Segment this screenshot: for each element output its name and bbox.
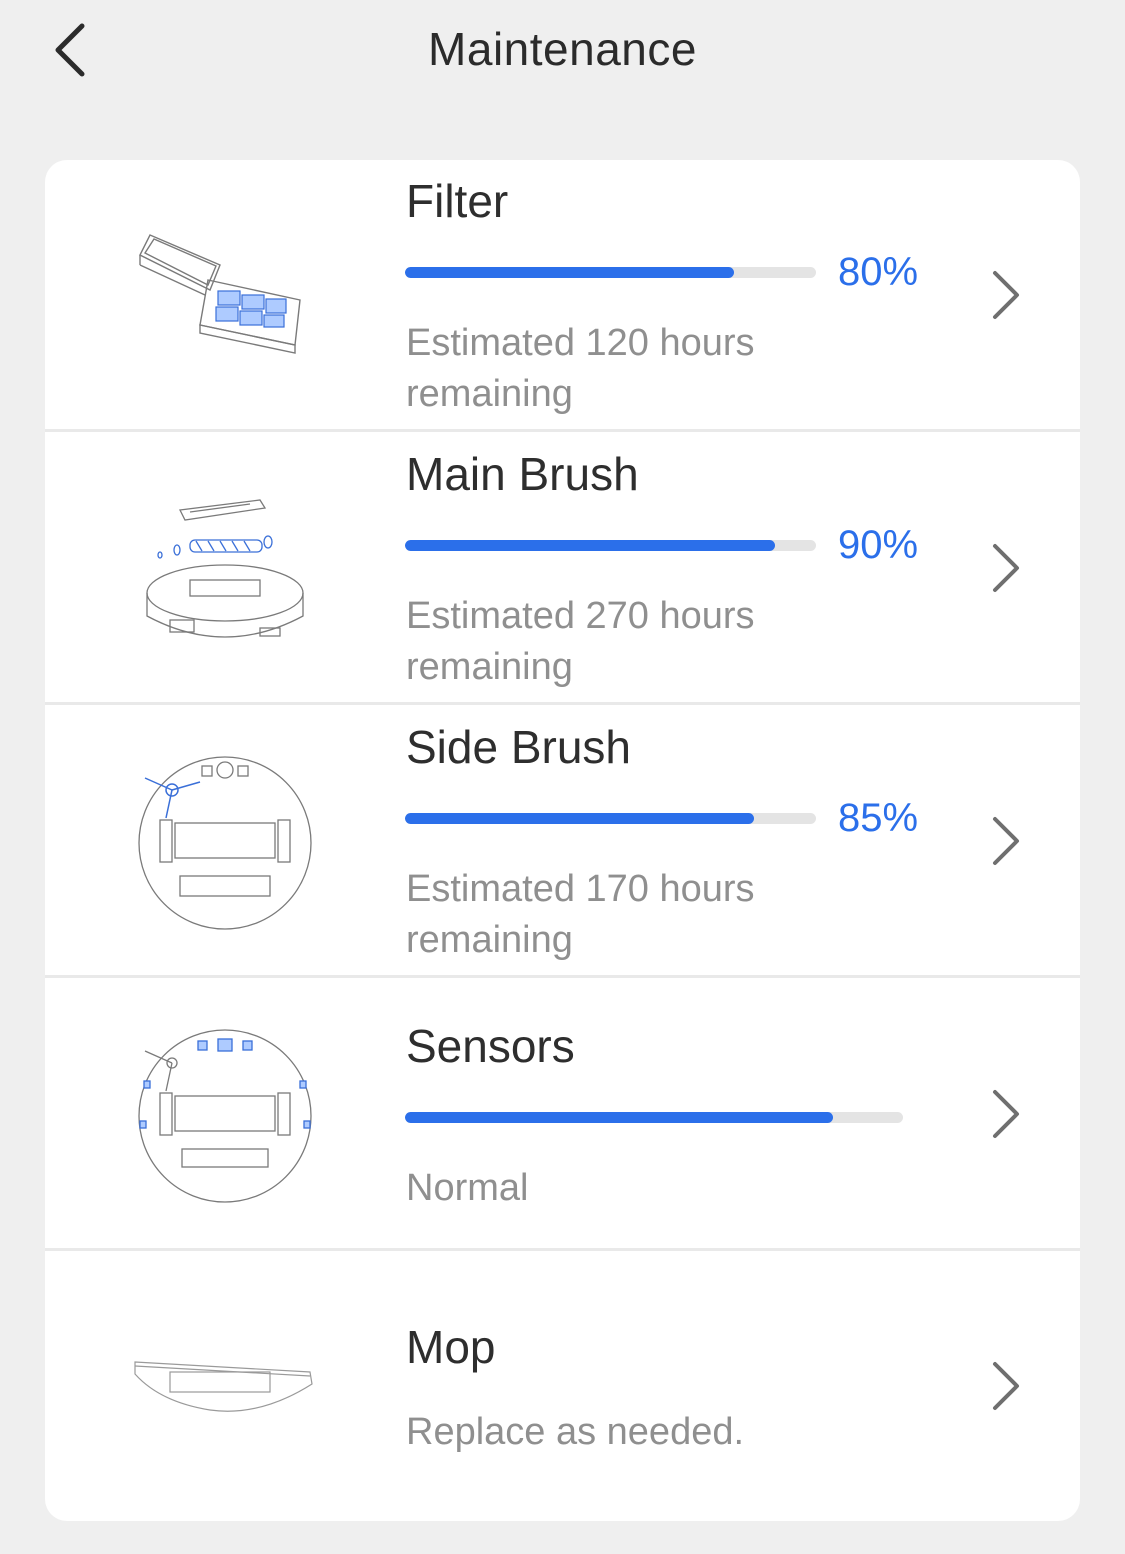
progress-fill bbox=[405, 1112, 834, 1123]
progress-bar bbox=[405, 540, 816, 551]
item-name: Mop bbox=[406, 1321, 496, 1373]
sensors-icon bbox=[138, 1029, 312, 1203]
item-name: Sensors bbox=[406, 1020, 575, 1072]
divider bbox=[45, 702, 1080, 705]
chevron-right-icon[interactable] bbox=[985, 538, 1025, 598]
chevron-right-icon[interactable] bbox=[985, 1356, 1025, 1416]
divider bbox=[45, 975, 1080, 978]
percent-label: 85% bbox=[838, 796, 919, 840]
item-name: Main Brush bbox=[406, 448, 639, 500]
divider bbox=[45, 1248, 1080, 1251]
list-item-sensors[interactable]: Sensors Normal bbox=[45, 979, 1080, 1251]
item-subtitle: Estimated 120 hours remaining bbox=[406, 322, 755, 415]
mop-icon bbox=[134, 1361, 313, 1412]
main-brush-icon bbox=[146, 499, 304, 638]
item-subtitle: Estimated 170 hours remaining bbox=[406, 868, 755, 961]
chevron-right-icon[interactable] bbox=[985, 265, 1025, 325]
item-subtitle: Estimated 270 hours remaining bbox=[406, 595, 755, 688]
chevron-right-icon[interactable] bbox=[985, 1084, 1025, 1144]
list-item-filter[interactable]: Filter 80% Estimated 120 hours remaining bbox=[45, 160, 1080, 432]
percent-label: 90% bbox=[838, 523, 919, 567]
item-subtitle: Normal bbox=[406, 1167, 529, 1209]
progress-bar bbox=[405, 813, 816, 824]
list-item-mop[interactable]: Mop Replace as needed. bbox=[45, 1252, 1080, 1521]
item-subtitle: Replace as needed. bbox=[406, 1411, 745, 1453]
page-title: Maintenance bbox=[428, 23, 697, 75]
list-item-main-brush[interactable]: Main Brush 90% Estimated 270 hours remai… bbox=[45, 433, 1080, 705]
progress-bar bbox=[405, 1112, 903, 1123]
progress-fill bbox=[405, 267, 734, 278]
list-item-side-brush[interactable]: Side Brush 85% Estimated 170 hours remai… bbox=[45, 706, 1080, 978]
item-name: Filter bbox=[406, 175, 509, 227]
header: Maintenance bbox=[0, 0, 1125, 120]
divider bbox=[45, 429, 1080, 432]
progress-fill bbox=[405, 813, 755, 824]
filter-icon bbox=[139, 234, 301, 354]
side-brush-icon bbox=[138, 756, 312, 930]
percent-label: 80% bbox=[838, 250, 919, 294]
progress-fill bbox=[405, 540, 775, 551]
chevron-right-icon[interactable] bbox=[985, 811, 1025, 871]
progress-bar bbox=[405, 267, 816, 278]
maintenance-list: Filter 80% Estimated 120 hours remaining bbox=[45, 160, 1080, 1521]
item-name: Side Brush bbox=[406, 721, 632, 773]
